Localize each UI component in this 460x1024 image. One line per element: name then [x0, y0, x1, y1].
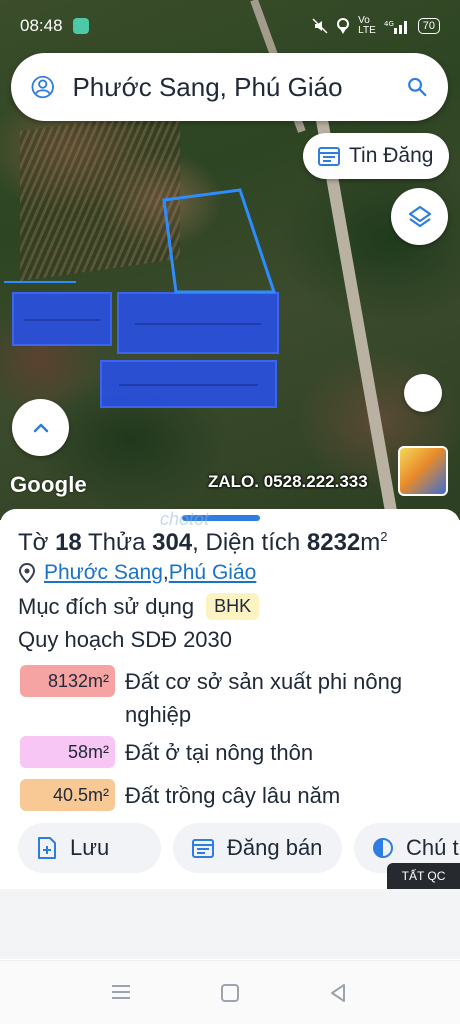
parcel-title: Tờ 18 Thửa 304, Diện tích 8232m2 [18, 529, 388, 556]
contact-watermark: ZALO. 0528.222.333 [208, 472, 368, 491]
status-time: 08:48 [20, 16, 63, 35]
system-nav-bar [0, 960, 460, 1024]
google-logo: Google [10, 472, 87, 497]
calendar-list-icon [192, 839, 214, 858]
listings-label: Tin Đăng [349, 144, 434, 167]
signal-icon: 4G [384, 20, 407, 34]
plan-label: Quy hoạch SDĐ 2030 [18, 627, 233, 652]
listings-button[interactable]: Tin Đăng [303, 133, 449, 179]
my-location-button[interactable] [404, 374, 442, 412]
calendar-list-icon [318, 147, 340, 166]
chevron-up-icon [33, 423, 48, 432]
status-icons: Vo LTE 4G 70 [312, 16, 440, 36]
home-icon[interactable] [220, 983, 240, 1003]
post-sale-label: Đăng bán [227, 835, 323, 860]
land-use-label: Đất ở tại nông thôn [125, 740, 314, 765]
land-purpose: Mục đích sử dụng BHK [18, 593, 260, 620]
chotot-watermark: chotot [160, 509, 210, 529]
purpose-label: Mục đích sử dụng [18, 593, 195, 619]
ad-placeholder [0, 889, 460, 959]
land-use-area: 40.5m² [20, 779, 115, 811]
search-icon[interactable] [407, 73, 428, 101]
note-label: Chú t [406, 835, 459, 860]
district-link[interactable]: Phú Giáo [169, 561, 257, 585]
expand-sheet-button[interactable] [12, 399, 69, 456]
land-use-row: 40.5m² Đất trồng cây lâu năm [20, 779, 425, 812]
recents-icon[interactable] [110, 983, 132, 1001]
land-use-area: 8132m² [20, 665, 115, 697]
map-pin-icon [18, 563, 36, 583]
land-use-row: 8132m² Đất cơ sở sản xuất phi nông nghiệ… [20, 665, 425, 731]
parcel-number: 304 [152, 529, 193, 556]
battery-icon: 70 [417, 18, 440, 34]
status-bar: 08:48 Vo LTE 4G 70 [0, 0, 460, 52]
search-input[interactable] [72, 71, 408, 103]
land-use-label: Đất trồng cây lâu năm [125, 783, 341, 808]
volte-icon: Vo LTE [358, 15, 376, 36]
back-icon[interactable] [328, 983, 348, 1003]
land-use-row: 58m² Đất ở tại nông thôn [20, 736, 425, 769]
save-label: Lưu [70, 835, 110, 860]
hide-ads-button[interactable]: TẤT QC [387, 863, 460, 889]
ad-thumbnail[interactable] [398, 446, 448, 496]
contrast-icon [373, 838, 393, 858]
save-button[interactable]: Lưu [18, 823, 161, 873]
ward-link[interactable]: Phước Sang [44, 561, 163, 585]
land-use-area: 58m² [20, 736, 115, 768]
parcel-location: Phước Sang, Phú Giáo [18, 561, 256, 585]
add-file-icon [38, 837, 56, 859]
post-sale-button[interactable]: Đăng bán [173, 823, 342, 873]
parcel-area: 8232 [306, 529, 361, 556]
search-bar[interactable] [11, 53, 448, 121]
user-avatar-icon[interactable] [31, 71, 54, 103]
svg-text:4G: 4G [384, 20, 394, 28]
layers-button[interactable] [391, 188, 448, 245]
sheet-number: 18 [55, 529, 82, 556]
layers-icon [408, 205, 431, 227]
app-notification-icon [72, 18, 89, 34]
land-use-label: Đất cơ sở sản xuất phi nông nghiệp [125, 669, 403, 727]
location-icon [337, 18, 350, 34]
purpose-code-badge: BHK [206, 593, 260, 620]
mute-icon [312, 18, 328, 34]
parcel-info-sheet: chotot Tờ 18 Thửa 304, Diện tích 8232m2 … [0, 509, 460, 889]
